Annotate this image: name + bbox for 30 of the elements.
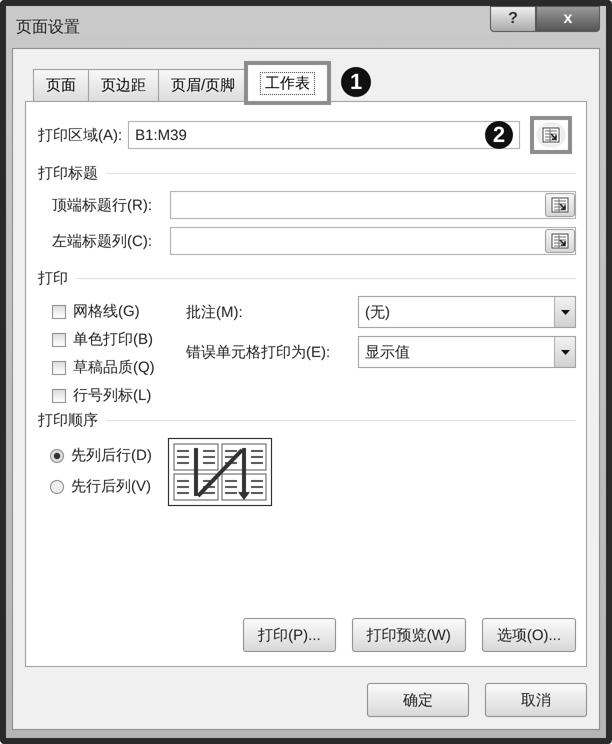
section-heading: 打印标题 — [38, 164, 98, 183]
field-label: 错误单元格打印为(E): — [186, 342, 332, 362]
dropdown[interactable]: 显示值 — [358, 336, 576, 368]
radio-label: 先行后列(V) — [71, 477, 151, 496]
dialog-button[interactable]: 确定 — [367, 683, 469, 717]
field-label: 顶端标题行(R): — [51, 196, 153, 214]
radio-label: 先列后行(D) — [71, 446, 152, 465]
input-field[interactable]: B1:M39 2 — [128, 121, 520, 149]
checkbox-label: 网格线(G) — [73, 302, 140, 321]
dialog-button[interactable]: 取消 — [485, 683, 587, 717]
checkbox-label: 草稿品质(Q) — [73, 358, 155, 377]
checkbox-label: 单色打印(B) — [73, 330, 153, 349]
tab[interactable]: 工作表 — [247, 64, 328, 102]
action-button[interactable]: 打印预览(W) — [352, 618, 466, 652]
tab[interactable]: 页面 — [33, 69, 89, 101]
tab[interactable]: 页边距 — [88, 69, 159, 101]
field-label: 左端标题列(C): — [51, 232, 153, 250]
close-button[interactable]: x — [536, 6, 600, 32]
action-button[interactable]: 选项(O)... — [482, 618, 576, 652]
field-label: 打印区域(A): — [38, 126, 122, 144]
window-title: 页面设置 — [16, 18, 80, 38]
help-button[interactable]: ? — [490, 6, 536, 32]
callout-number: 1 — [341, 67, 372, 97]
section-heading: 打印顺序 — [38, 411, 98, 430]
action-button[interactable]: 打印(P)... — [243, 618, 336, 652]
section-heading: 打印 — [38, 269, 68, 288]
field-label: 批注(M): — [186, 302, 244, 322]
checkbox-label: 行号列标(L) — [73, 386, 152, 405]
callout-number: 2 — [485, 121, 513, 149]
dropdown[interactable]: (无) — [358, 296, 576, 328]
